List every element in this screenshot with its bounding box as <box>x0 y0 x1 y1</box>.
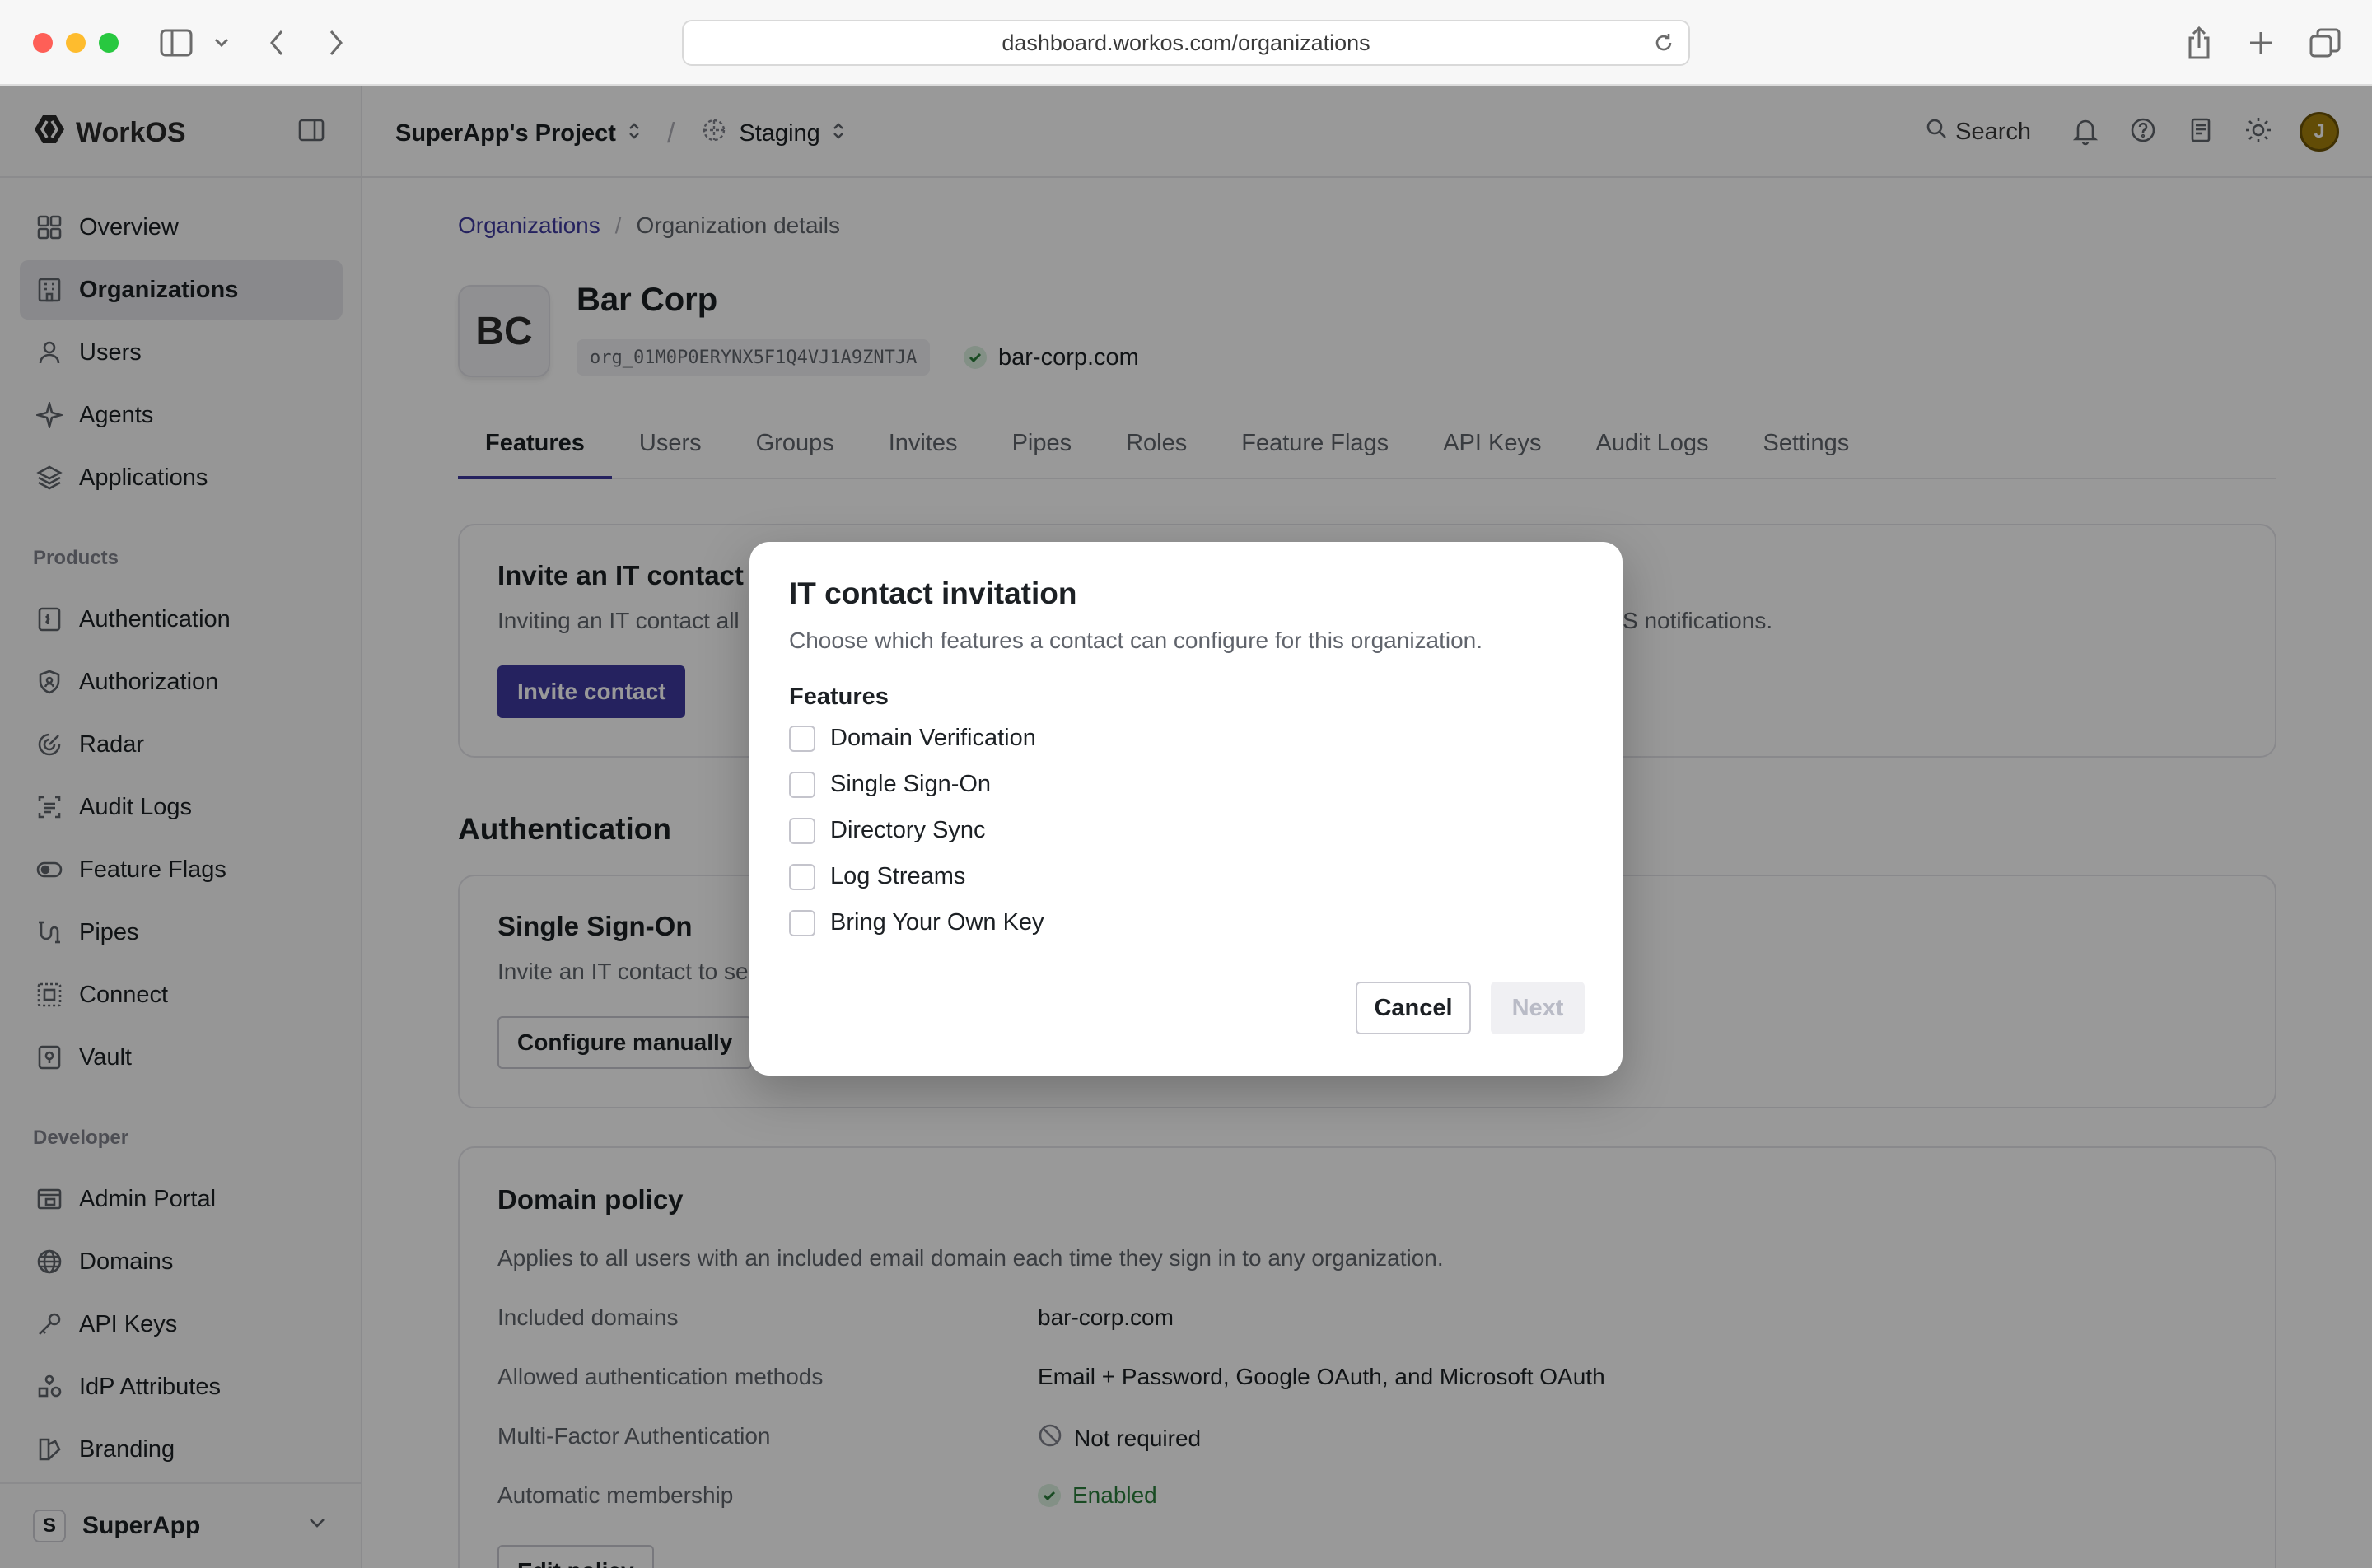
checkbox[interactable] <box>789 909 815 936</box>
zoom-window-button[interactable] <box>99 33 119 53</box>
next-button[interactable]: Next <box>1491 982 1585 1034</box>
dialog-title: IT contact invitation <box>789 576 1077 610</box>
close-window-button[interactable] <box>33 33 53 53</box>
option-directory-sync[interactable]: Directory Sync <box>789 817 986 844</box>
browser-toolbar: dashboard.workos.com/organizations <box>0 0 2372 86</box>
option-single-sign-on[interactable]: Single Sign-On <box>789 771 991 798</box>
option-label: Single Sign-On <box>830 771 992 797</box>
back-icon[interactable] <box>268 25 285 61</box>
new-tab-icon[interactable] <box>2248 25 2273 61</box>
checkbox[interactable] <box>789 725 815 752</box>
features-label: Features <box>789 684 889 710</box>
option-domain-verification[interactable]: Domain Verification <box>789 725 1036 752</box>
dialog-description: Choose which features a contact can conf… <box>789 628 1483 653</box>
forward-icon[interactable] <box>328 25 344 61</box>
option-label: Log Streams <box>830 863 966 889</box>
option-label: Domain Verification <box>830 725 1036 751</box>
checkbox[interactable] <box>789 817 815 844</box>
share-icon[interactable] <box>2186 25 2212 61</box>
checkbox[interactable] <box>789 863 815 890</box>
sidebar-toggle-icon[interactable] <box>160 25 193 61</box>
chevron-down-icon[interactable] <box>214 25 229 61</box>
url-text: dashboard.workos.com/organizations <box>1002 30 1370 55</box>
reload-icon[interactable] <box>1652 31 1675 60</box>
minimize-window-button[interactable] <box>66 33 86 53</box>
address-bar[interactable]: dashboard.workos.com/organizations <box>682 20 1690 66</box>
option-log-streams[interactable]: Log Streams <box>789 863 965 890</box>
option-label: Bring Your Own Key <box>830 909 1044 936</box>
checkbox[interactable] <box>789 771 815 798</box>
cancel-button[interactable]: Cancel <box>1356 982 1471 1034</box>
tab-overview-icon[interactable] <box>2309 25 2341 61</box>
it-contact-invitation-dialog: IT contact invitation Choose which featu… <box>749 542 1623 1076</box>
option-label: Directory Sync <box>830 817 986 843</box>
option-bring-your-own-key[interactable]: Bring Your Own Key <box>789 909 1044 936</box>
